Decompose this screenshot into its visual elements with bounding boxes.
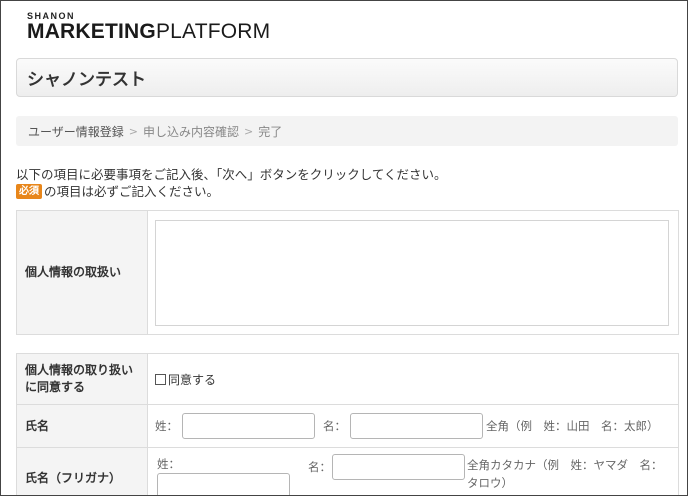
required-note-text: の項目は必ずご記入ください。 (44, 184, 220, 199)
consent-cell: 同意する (147, 353, 679, 405)
consent-checkbox-label[interactable]: 同意する (168, 373, 216, 387)
name-kana-fields: 姓： 名： 全角カタカナ（例 姓：ヤマダ 名：タロウ） (155, 454, 671, 495)
logo: SHANON MARKETINGPLATFORM (27, 11, 270, 45)
breadcrumb-step-confirm: 申し込み内容確認 (142, 124, 239, 139)
name-kana-cell: 姓： 名： 全角カタカナ（例 姓：ヤマダ 名：タロウ） (147, 447, 679, 495)
consent-row: 個人情報の取り扱いに同意する 同意する (16, 353, 679, 405)
name-kana-hint: 全角カタカナ（例 姓：ヤマダ 名：タロウ） (467, 458, 663, 490)
required-note: 必須 の項目は必ずご記入ください。 (16, 183, 219, 200)
required-badge: 必須 (16, 184, 42, 199)
name-kana-label: 氏名（フリガナ） (16, 447, 148, 495)
page-title: シャノンテスト (16, 58, 678, 97)
registration-form-table: 個人情報の取り扱いに同意する 同意する 氏名 姓： 名： 全角（例 姓：山田 名… (16, 353, 679, 495)
breadcrumb-step-complete: 完了 (258, 124, 283, 139)
last-name-input[interactable] (182, 413, 315, 439)
first-name-kana-input[interactable] (332, 454, 465, 480)
privacy-label: 個人情報の取扱い (16, 210, 148, 335)
last-name-label: 姓： (155, 419, 178, 433)
consent-checkbox[interactable] (155, 373, 166, 385)
name-label: 氏名 (16, 404, 148, 448)
privacy-cell (147, 210, 679, 335)
name-cell: 姓： 名： 全角（例 姓：山田 名：太郎） (147, 404, 679, 448)
privacy-table: 個人情報の取扱い (16, 210, 679, 335)
first-name-label: 名： (323, 419, 346, 433)
last-name-kana-input[interactable] (157, 473, 290, 495)
name-row: 氏名 姓： 名： 全角（例 姓：山田 名：太郎） (16, 404, 679, 448)
logo-main-text: MARKETINGPLATFORM (27, 21, 270, 45)
instruction-text: 以下の項目に必要事項をご記入後、「次へ」ボタンをクリックしてください。 (16, 167, 447, 182)
privacy-row: 個人情報の取扱い (16, 210, 679, 335)
breadcrumb-step-user-info: ユーザー情報登録 (28, 124, 124, 139)
logo-main-light: PLATFORM (155, 20, 271, 43)
last-name-kana-label: 姓： (157, 457, 180, 471)
name-fields: 姓： 名： 全角（例 姓：山田 名：太郎） (155, 413, 671, 439)
breadcrumb-separator: > (244, 124, 254, 138)
breadcrumb-separator: > (128, 124, 138, 138)
logo-main-bold: MARKETING (27, 20, 156, 43)
privacy-policy-textbox[interactable] (155, 219, 669, 326)
name-kana-row: 氏名（フリガナ） 姓： 名： 全角カタカナ（例 姓：ヤマダ 名：タロウ） (16, 447, 679, 495)
first-name-input[interactable] (350, 413, 483, 439)
breadcrumb: ユーザー情報登録 > 申し込み内容確認 > 完了 (16, 116, 678, 146)
first-name-kana-label: 名： (308, 460, 331, 474)
consent-label: 個人情報の取り扱いに同意する (16, 353, 148, 405)
name-hint: 全角（例 姓：山田 名：太郎） (486, 419, 659, 433)
page-frame: SHANON MARKETINGPLATFORM シャノンテスト ユーザー情報登… (0, 0, 688, 496)
